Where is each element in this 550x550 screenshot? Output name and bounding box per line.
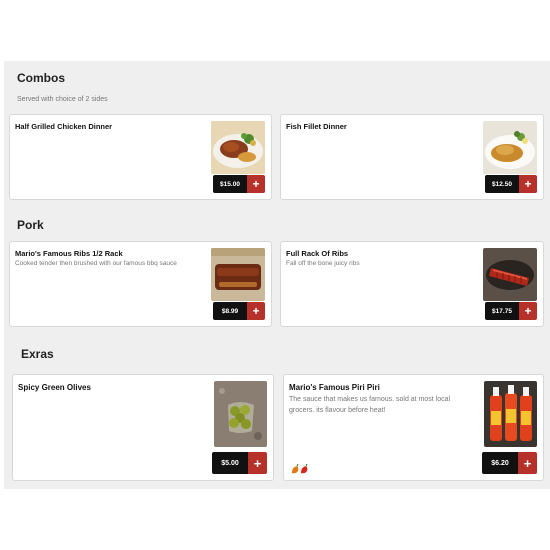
item-name: Half Grilled Chicken Dinner [15, 122, 113, 131]
menu-item-card[interactable]: Spicy Green Olives $5.00 + [12, 374, 274, 481]
price-tag: $8.99 [213, 302, 247, 320]
price-tag: $15.00 [213, 175, 247, 193]
menu-item-card[interactable]: Fish Fillet Dinner $12.50 + [280, 114, 544, 200]
add-item-button[interactable]: + [519, 175, 537, 193]
section-subtitle-combos: Served with choice of 2 sides [17, 96, 108, 103]
add-to-cart-group: $5.00 + [212, 452, 267, 474]
green-olives-photo [214, 381, 267, 447]
add-item-button[interactable]: + [518, 452, 537, 474]
section-title-pork: Pork [17, 218, 44, 232]
grilled-chicken-photo [211, 121, 265, 174]
add-item-button[interactable]: + [247, 302, 265, 320]
ribs-half-photo [211, 248, 265, 301]
item-description: The sauce that makes us famous. sold at … [289, 396, 451, 414]
add-to-cart-group: $8.99 + [213, 302, 265, 320]
add-item-button[interactable]: + [248, 452, 267, 474]
panel-edge [0, 336, 4, 489]
item-description: Cooked tender then brushed with our famo… [15, 260, 177, 267]
price-tag: $17.75 [485, 302, 519, 320]
piri-piri-bottles-photo [484, 381, 537, 447]
add-item-button[interactable]: + [519, 302, 537, 320]
item-name: Full Rack Of Ribs [286, 249, 349, 258]
hot-pepper-icon [292, 464, 308, 474]
ribs-full-photo [483, 248, 537, 301]
price-tag: $12.50 [485, 175, 519, 193]
item-name: Mario's Famous Piri Piri [289, 383, 380, 392]
item-name: Spicy Green Olives [18, 383, 91, 392]
menu-item-card[interactable]: Full Rack Of Ribs Fall off the bone juic… [280, 241, 544, 327]
add-item-button[interactable]: + [247, 175, 265, 193]
menu-item-card[interactable]: Mario's Famous Ribs 1/2 Rack Cooked tend… [9, 241, 272, 327]
section-title-combos: Combos [17, 71, 65, 85]
menu-item-card[interactable]: Mario's Famous Piri Piri The sauce that … [283, 374, 544, 481]
add-to-cart-group: $6.20 + [482, 452, 537, 474]
add-to-cart-group: $17.75 + [485, 302, 537, 320]
item-name: Mario's Famous Ribs 1/2 Rack [15, 249, 123, 258]
add-to-cart-group: $12.50 + [485, 175, 537, 193]
section-title-extras: Exras [21, 347, 54, 361]
price-tag: $5.00 [212, 452, 248, 474]
item-description: Fall off the bone juicy ribs [286, 260, 360, 267]
add-to-cart-group: $15.00 + [213, 175, 265, 193]
menu-item-card[interactable]: Half Grilled Chicken Dinner $15.00 + [9, 114, 272, 200]
item-name: Fish Fillet Dinner [286, 122, 347, 131]
fish-fillet-photo [483, 121, 537, 174]
price-tag: $6.20 [482, 452, 518, 474]
